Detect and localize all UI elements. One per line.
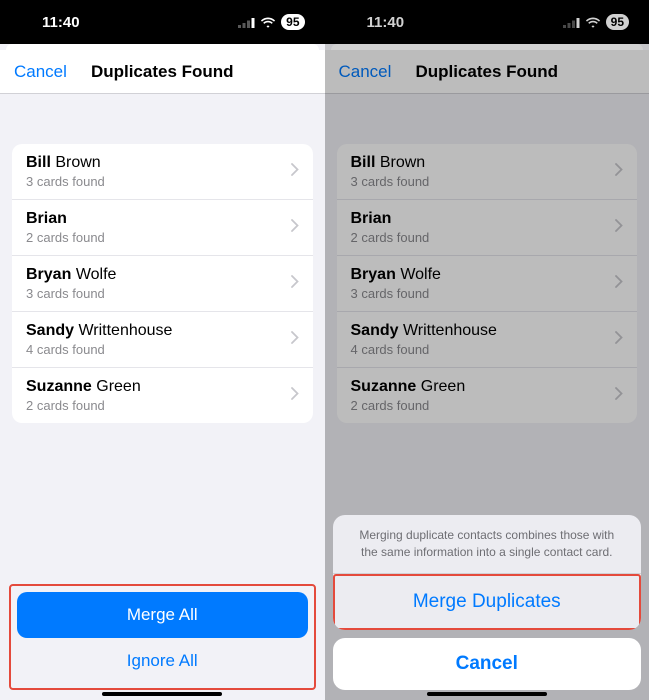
home-indicator[interactable] <box>102 692 222 696</box>
status-time: 11:40 <box>42 14 80 31</box>
content: Bill Brown3 cards found Brian 2 cards fo… <box>0 94 325 700</box>
phone-right: 11:40 95 Cancel Duplicates Found Bill Br… <box>325 0 649 700</box>
merge-all-button[interactable]: Merge All <box>17 592 308 638</box>
wifi-icon <box>260 17 276 28</box>
page-title: Duplicates Found <box>91 62 234 82</box>
list-item[interactable]: Sandy Writtenhouse4 cards found <box>12 312 313 368</box>
nav-bar: Cancel Duplicates Found <box>0 50 325 94</box>
home-indicator[interactable] <box>427 692 547 696</box>
list-item[interactable]: Bill Brown3 cards found <box>12 144 313 200</box>
duplicates-list: Bill Brown3 cards found Brian 2 cards fo… <box>12 144 313 423</box>
phone-left: 11:40 95 Cancel Duplicates Found Bill Br… <box>0 0 325 700</box>
merge-duplicates-button[interactable]: Merge Duplicates <box>335 576 640 628</box>
footer-highlight: Merge All Ignore All <box>9 584 316 690</box>
chevron-right-icon <box>291 387 299 405</box>
action-sheet-cancel-button[interactable]: Cancel <box>333 638 642 690</box>
list-item[interactable]: Bryan Wolfe3 cards found <box>12 256 313 312</box>
list-item[interactable]: Suzanne Green2 cards found <box>12 368 313 423</box>
status-right: 95 <box>238 14 304 30</box>
list-item[interactable]: Brian 2 cards found <box>12 200 313 256</box>
ignore-all-button[interactable]: Ignore All <box>17 638 308 684</box>
cellular-icon <box>238 17 255 28</box>
chevron-right-icon <box>291 219 299 237</box>
battery-badge: 95 <box>281 14 304 30</box>
status-bar: 11:40 95 <box>0 0 325 44</box>
chevron-right-icon <box>291 331 299 349</box>
chevron-right-icon <box>291 163 299 181</box>
action-sheet-group: Merging duplicate contacts combines thos… <box>333 515 642 630</box>
action-sheet-cancel-group: Cancel <box>333 638 642 690</box>
merge-highlight: Merge Duplicates <box>333 574 642 630</box>
action-sheet-message: Merging duplicate contacts combines thos… <box>333 515 642 574</box>
action-sheet: Merging duplicate contacts combines thos… <box>333 515 642 690</box>
chevron-right-icon <box>291 275 299 293</box>
cancel-button[interactable]: Cancel <box>0 62 67 82</box>
